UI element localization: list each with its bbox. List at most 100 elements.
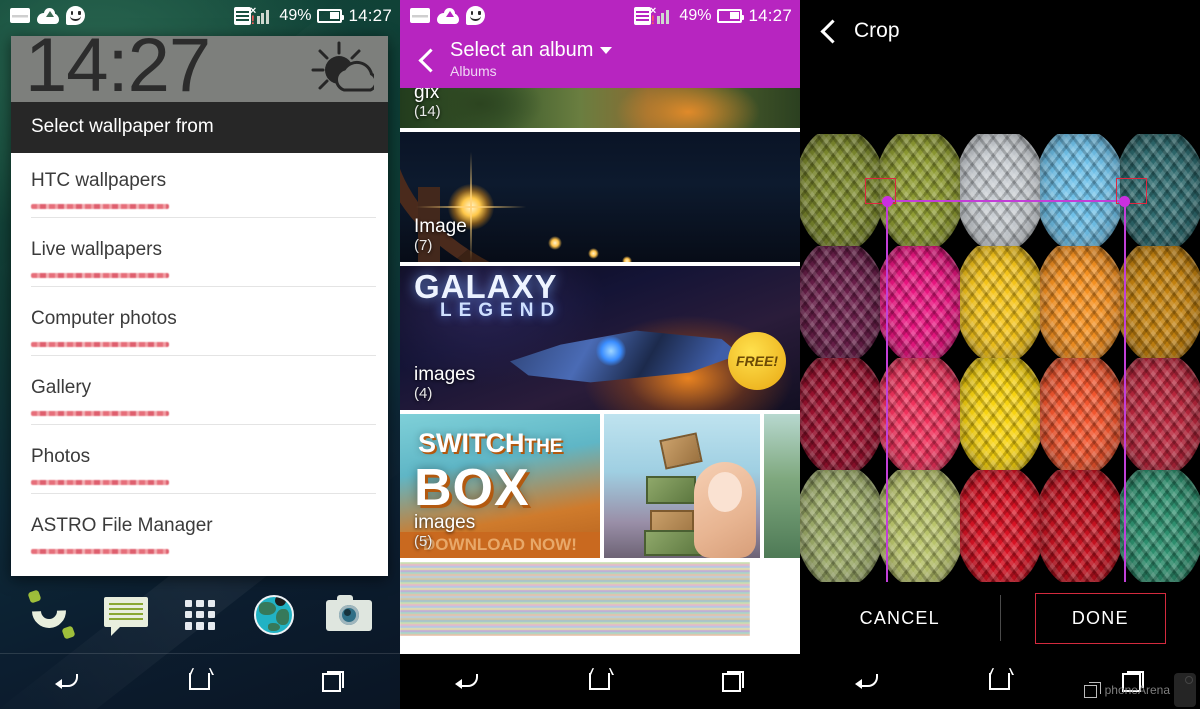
browser-icon[interactable] — [248, 589, 300, 641]
yarn-ball — [880, 358, 960, 470]
album-picker-title: Select an album — [450, 39, 594, 62]
status-bar-right-icons: ! × 49% 14:27 — [233, 5, 392, 26]
yarn-photo — [800, 134, 1200, 582]
status-bar-clock: 14:27 — [748, 5, 792, 25]
status-bar: ! × 49% 14:27 — [400, 0, 800, 31]
smiley-face-icon — [466, 6, 485, 25]
status-bar: ! × 49% 14:27 — [0, 0, 400, 31]
yarn-ball — [1040, 246, 1120, 358]
dialog-title: Select wallpaper from — [11, 102, 388, 153]
redacted-subtitle — [31, 273, 169, 278]
back-icon[interactable] — [432, 662, 502, 702]
album-card-gfx[interactable]: gfx (14) — [400, 88, 800, 132]
album-list[interactable]: gfx (14) Image (7) GALAXY LEGEND FREE! i… — [400, 88, 800, 654]
recents-icon — [1083, 682, 1101, 698]
app-drawer-icon[interactable] — [174, 589, 226, 641]
back-chevron-icon[interactable] — [814, 16, 844, 46]
list-divider — [31, 493, 376, 494]
redacted-subtitle — [31, 411, 169, 416]
album-card-image[interactable]: Image (7) — [400, 132, 800, 266]
list-item-label: Live wallpapers — [31, 239, 162, 260]
yarn-ball — [880, 470, 960, 582]
wallpaper-source-list: HTC wallpapers Live wallpapers Computer … — [11, 153, 388, 576]
phonearena-watermark: phoneArena — [1083, 673, 1196, 707]
yarn-ball — [800, 358, 880, 470]
messages-icon[interactable] — [100, 589, 152, 641]
sun-behind-cloud-icon — [286, 40, 378, 98]
yarn-ball — [1120, 246, 1200, 358]
list-divider — [31, 355, 376, 356]
recents-icon[interactable] — [298, 662, 368, 702]
cloud-upload-icon — [37, 7, 59, 24]
back-icon[interactable] — [32, 662, 102, 702]
recents-icon[interactable] — [698, 662, 768, 702]
back-icon[interactable] — [832, 662, 902, 702]
list-item-photos[interactable]: Photos — [11, 429, 388, 498]
list-item-htc-wallpapers[interactable]: HTC wallpapers — [11, 153, 388, 222]
smiley-face-icon — [66, 6, 85, 25]
yarn-ball — [800, 246, 880, 358]
back-chevron-icon[interactable] — [412, 45, 442, 75]
battery-percent-label: 49% — [279, 6, 312, 24]
album-thumbnail — [400, 88, 800, 128]
crop-stage[interactable] — [800, 62, 1200, 654]
redacted-subtitle — [31, 204, 169, 209]
status-bar-left-icons — [10, 6, 85, 25]
album-card-images-5[interactable]: SWITCHTHE BOX DOWNLOAD NOW! images (5) — [400, 414, 800, 562]
cancel-button[interactable]: CANCEL — [800, 582, 1000, 654]
signal-bars-no-service-icon: × — [250, 5, 274, 24]
sd-card-warning-icon: ! — [233, 6, 255, 26]
list-item-live-wallpapers[interactable]: Live wallpapers — [11, 222, 388, 291]
home-icon[interactable] — [965, 662, 1035, 702]
list-item-label: Photos — [31, 446, 91, 467]
yarn-ball — [1040, 358, 1120, 470]
album-count: (14) — [414, 102, 441, 120]
list-item-gallery[interactable]: Gallery — [11, 360, 388, 429]
home-icon[interactable] — [565, 662, 635, 702]
home-icon[interactable] — [165, 662, 235, 702]
cloud-upload-icon — [437, 7, 459, 24]
done-button[interactable]: DONE — [1034, 592, 1166, 644]
crop-title: Crop — [854, 19, 900, 42]
album-count: (7) — [414, 236, 433, 254]
yarn-ball — [1120, 134, 1200, 246]
album-card-images-4[interactable]: GALAXY LEGEND FREE! images (4) — [400, 266, 800, 414]
redacted-subtitle — [31, 342, 169, 347]
select-wallpaper-dialog: 14:27 Select wallpaper from HTC wallpape… — [11, 36, 388, 576]
list-item-label: Gallery — [31, 377, 92, 398]
navigation-bar — [400, 654, 800, 709]
yarn-ball — [960, 246, 1040, 358]
screenshot-icon — [10, 8, 30, 23]
album-caption: images (4) — [414, 365, 475, 402]
yarn-ball — [1040, 134, 1120, 246]
yarn-ball — [1120, 358, 1200, 470]
yarn-ball — [960, 134, 1040, 246]
panel-home-wallpaper-picker: ! × 49% 14:27 14:27 Select wallpaper fro… — [0, 0, 400, 709]
album-caption: images (5) — [414, 513, 475, 550]
yarn-ball — [800, 134, 880, 246]
widget-clock-time: 14:27 — [25, 36, 211, 102]
list-item-astro-file-manager[interactable]: ASTRO File Manager — [11, 498, 388, 566]
album-thumbnail — [400, 562, 750, 636]
dropdown-caret-icon — [600, 47, 613, 55]
album-picker-header: Select an album Albums — [400, 31, 800, 88]
camera-icon[interactable] — [323, 589, 375, 641]
list-item-label: Computer photos — [31, 308, 177, 329]
list-item-computer-photos[interactable]: Computer photos — [11, 291, 388, 360]
album-picker-subtitle: Albums — [450, 62, 497, 79]
album-art-badge: FREE! — [728, 332, 786, 390]
album-card-streaks[interactable] — [400, 562, 750, 640]
list-item-label: HTC wallpapers — [31, 170, 167, 191]
album-art-title-line2: BOX — [414, 459, 530, 517]
phone-shape-icon — [1174, 673, 1196, 707]
list-divider — [31, 424, 376, 425]
three-phone-screens: ! × 49% 14:27 14:27 Select wallpaper fro… — [0, 0, 1200, 709]
crop-header: Crop — [800, 0, 1200, 62]
album-caption: Image (7) — [414, 217, 467, 254]
album-title-row[interactable]: Select an album — [450, 39, 613, 62]
phone-icon[interactable] — [25, 586, 77, 641]
album-name: gfx — [414, 88, 440, 104]
sd-card-warning-icon: ! — [633, 6, 655, 26]
album-count: (4) — [414, 384, 433, 402]
redacted-subtitle — [31, 549, 169, 554]
